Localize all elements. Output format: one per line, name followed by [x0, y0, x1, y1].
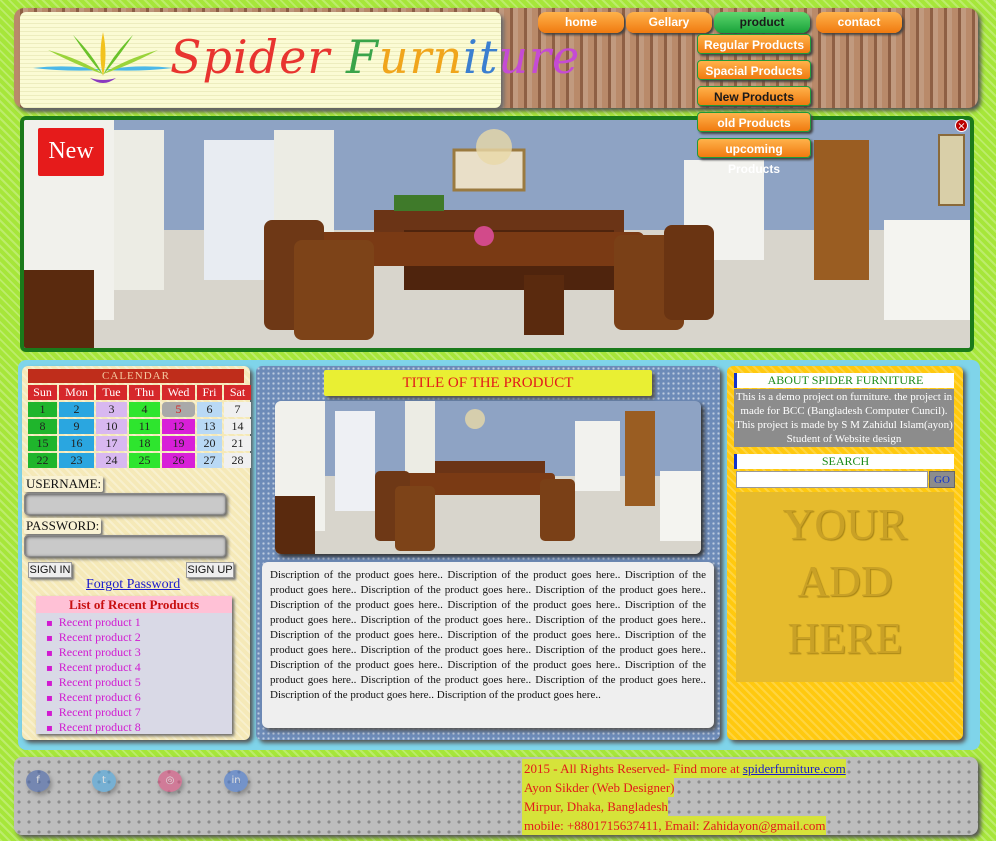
facebook-icon[interactable]: f [26, 770, 50, 792]
calendar-day[interactable]: 17 [96, 436, 127, 451]
footer-contact: mobile: +8801715637411, Email: Zahidayon… [522, 816, 826, 835]
calendar-day[interactable]: 9 [59, 419, 94, 434]
about-text: This is a demo project on furniture. the… [734, 389, 954, 447]
calendar-day-header: Sun [28, 385, 57, 400]
ad-line: YOUR [782, 500, 908, 549]
nav-gallery[interactable]: Gellary [626, 12, 712, 33]
password-label: PASSWORD: [24, 518, 102, 534]
calendar-day[interactable]: 22 [28, 453, 57, 468]
calendar-day-header: Thu [129, 385, 160, 400]
calendar-day[interactable]: 25 [129, 453, 160, 468]
nav-product[interactable]: product [714, 12, 810, 33]
calendar-day[interactable]: 11 [129, 419, 160, 434]
calendar-day[interactable]: 23 [59, 453, 94, 468]
calendar-day[interactable]: 19 [162, 436, 195, 451]
recent-product-link[interactable]: Recent product 8 [46, 720, 232, 735]
instagram-icon[interactable]: ◎ [158, 770, 182, 792]
calendar-day-header: Sat [224, 385, 251, 400]
new-badge: New [38, 128, 104, 176]
close-icon[interactable]: × [955, 119, 968, 132]
linkedin-icon[interactable]: in [224, 770, 248, 792]
product-description: Discription of the product goes here.. D… [262, 562, 714, 728]
calendar-grid: Sun Mon Tue Thu Wed Fri Sat 1 2 3 4 5 6 7 8 9 10 11 12 13 14… [28, 385, 251, 468]
nav-home[interactable]: home [538, 12, 624, 33]
logo[interactable]: Spider Furniture [20, 12, 579, 108]
calendar-day[interactable]: 26 [162, 453, 195, 468]
username-field[interactable] [24, 493, 226, 515]
recent-product-link[interactable]: Recent product 5 [46, 675, 232, 690]
calendar-day[interactable]: 2 [59, 402, 94, 417]
dropdown-new-products[interactable]: New Products [697, 86, 811, 106]
footer-site-link[interactable]: spiderfurniture.com [743, 761, 846, 776]
password-field[interactable] [24, 535, 226, 557]
recent-products-title: List of Recent Products [36, 596, 232, 613]
twitter-icon[interactable]: t [92, 770, 116, 792]
calendar-day[interactable]: 28 [224, 453, 251, 468]
dropdown-upcoming-products[interactable]: upcoming Products [697, 138, 811, 176]
product-dropdown: Regular Products Spacial Products New Pr… [697, 34, 811, 176]
ad-line: ADD [797, 557, 893, 606]
sign-up-button[interactable]: SIGN UP [186, 562, 234, 578]
calendar-day[interactable]: 7 [224, 402, 251, 417]
search-go-button[interactable]: GO [929, 471, 955, 488]
recent-product-link[interactable]: Recent product 1 [46, 615, 232, 630]
ad-placeholder[interactable]: YOUR ADD HERE [736, 492, 954, 682]
recent-products-list: Recent product 1 Recent product 2 Recent… [36, 613, 232, 735]
search-input[interactable] [736, 471, 928, 488]
about-title: ABOUT SPIDER FURNITURE [734, 373, 954, 388]
calendar-day[interactable]: 10 [96, 419, 127, 434]
product-image [275, 401, 701, 554]
calendar-day[interactable]: 6 [197, 402, 222, 417]
dining-room-photo [24, 120, 970, 348]
dropdown-old-products[interactable]: old Products [697, 112, 811, 132]
ad-line: HERE [787, 614, 903, 663]
recent-product-link[interactable]: Recent product 7 [46, 705, 232, 720]
username-label: USERNAME: [24, 476, 104, 492]
calendar-day[interactable]: 8 [28, 419, 57, 434]
calendar-day[interactable]: 18 [129, 436, 160, 451]
calendar-day[interactable]: 4 [129, 402, 160, 417]
recent-product-link[interactable]: Recent product 4 [46, 660, 232, 675]
calendar-day[interactable]: 20 [197, 436, 222, 451]
product-photo [275, 401, 701, 554]
product-title: TITLE OF THE PRODUCT [324, 370, 652, 396]
calendar: CALENDAR Sun Mon Tue Thu Wed Fri Sat 1 2 3 4 5 6 7 8 9 1… [28, 369, 251, 468]
calendar-title: CALENDAR [28, 369, 244, 383]
banner-slideshow[interactable]: New [20, 116, 974, 352]
footer-copyright: 2015 - All Rights Reserved- Find more at… [522, 759, 846, 778]
calendar-day[interactable]: 13 [197, 419, 222, 434]
search-title: SEARCH [734, 454, 954, 469]
calendar-day[interactable]: 5 [162, 402, 195, 417]
footer-author: Ayon Sikder (Web Designer) [522, 778, 675, 797]
nav-contact[interactable]: contact [816, 12, 902, 33]
calendar-day[interactable]: 1 [28, 402, 57, 417]
dropdown-special-products[interactable]: Spacial Products [697, 60, 811, 80]
recent-product-link[interactable]: Recent product 2 [46, 630, 232, 645]
calendar-day[interactable]: 21 [224, 436, 251, 451]
calendar-day-header: Fri [197, 385, 222, 400]
logo-leaf-icon [33, 32, 173, 83]
calendar-day[interactable]: 3 [96, 402, 127, 417]
calendar-day[interactable]: 12 [162, 419, 195, 434]
calendar-day[interactable]: 15 [28, 436, 57, 451]
footer-info: 2015 - All Rights Reserved- Find more at… [520, 759, 974, 835]
calendar-day[interactable]: 16 [59, 436, 94, 451]
sign-in-button[interactable]: SIGN IN [28, 562, 72, 578]
recent-product-link[interactable]: Recent product 3 [46, 645, 232, 660]
calendar-day-header: Tue [96, 385, 127, 400]
calendar-day-header: Mon [59, 385, 94, 400]
calendar-day-header: Wed [162, 385, 195, 400]
logo-text: Spider Furniture [170, 30, 581, 84]
dropdown-regular-products[interactable]: Regular Products [697, 34, 811, 54]
calendar-day[interactable]: 27 [197, 453, 222, 468]
calendar-day[interactable]: 24 [96, 453, 127, 468]
calendar-day[interactable]: 14 [224, 419, 251, 434]
recent-products-box: List of Recent Products Recent product 1… [36, 596, 232, 734]
footer-address: Mirpur, Dhaka, Bangladesh [522, 797, 668, 816]
recent-product-link[interactable]: Recent product 6 [46, 690, 232, 705]
forgot-password-link[interactable]: Forgot Password [86, 577, 180, 593]
